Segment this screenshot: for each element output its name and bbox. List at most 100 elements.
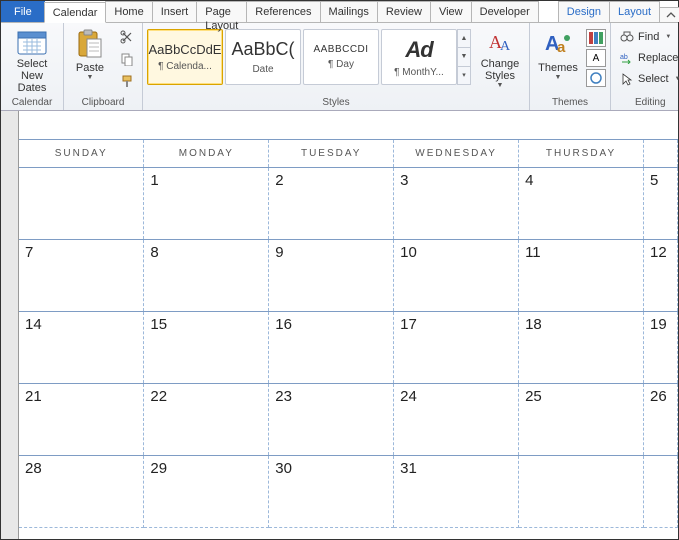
header-wednesday: WEDNESDAY xyxy=(394,140,519,168)
day-cell[interactable]: 22 xyxy=(144,384,269,456)
day-cell[interactable]: 23 xyxy=(269,384,394,456)
copy-button[interactable] xyxy=(116,49,138,69)
tab-home[interactable]: Home xyxy=(105,1,152,22)
day-cell[interactable]: 29 xyxy=(144,456,269,528)
day-cell[interactable]: 21 xyxy=(19,384,144,456)
day-cell[interactable]: 30 xyxy=(269,456,394,528)
theme-colors-button[interactable] xyxy=(586,29,606,47)
tab-calendar[interactable]: Calendar xyxy=(44,2,107,23)
group-label-editing: Editing xyxy=(615,96,679,110)
dropdown-arrow-icon: ▼ xyxy=(675,76,679,82)
day-cell[interactable]: 1 xyxy=(144,168,269,240)
day-cell[interactable]: 16 xyxy=(269,312,394,384)
day-cell[interactable]: 28 xyxy=(19,456,144,528)
group-label-calendar: Calendar xyxy=(5,96,59,110)
svg-text:ab: ab xyxy=(620,54,628,61)
change-styles-button[interactable]: AA Change Styles ▼ xyxy=(475,25,525,91)
style-item-month[interactable]: Ad ¶ MonthY... xyxy=(381,29,457,85)
day-cell[interactable]: 18 xyxy=(519,312,644,384)
day-cell[interactable] xyxy=(519,456,644,528)
scissors-icon xyxy=(120,30,134,44)
day-cell[interactable]: 2 xyxy=(269,168,394,240)
tab-developer[interactable]: Developer xyxy=(471,1,539,22)
gallery-scroll-down[interactable]: ▼ xyxy=(457,48,471,66)
select-button[interactable]: Select ▼ xyxy=(615,69,679,89)
tab-page-layout[interactable]: Page Layout xyxy=(196,1,247,22)
day-cell[interactable]: 4 xyxy=(519,168,644,240)
cut-button[interactable] xyxy=(116,27,138,47)
day-cell[interactable]: 10 xyxy=(394,240,519,312)
day-cell[interactable] xyxy=(19,168,144,240)
format-painter-button[interactable] xyxy=(116,71,138,91)
style-item-day[interactable]: AABBCCDI ¶ Day xyxy=(303,29,379,85)
tab-references[interactable]: References xyxy=(246,1,320,22)
day-cell[interactable]: 25 xyxy=(519,384,644,456)
calendar-table[interactable]: SUNDAY MONDAY TUESDAY WEDNESDAY THURSDAY… xyxy=(19,139,678,528)
group-clipboard: Paste ▼ Clipboard xyxy=(64,23,143,110)
day-cell[interactable]: 7 xyxy=(19,240,144,312)
gallery-expand[interactable]: ▾ xyxy=(457,67,471,85)
select-new-dates-label: Select New Dates xyxy=(8,58,56,94)
themes-icon: Aa xyxy=(542,28,574,60)
calendar-header-row: SUNDAY MONDAY TUESDAY WEDNESDAY THURSDAY xyxy=(19,140,678,168)
tab-file[interactable]: File xyxy=(1,1,45,22)
chevron-up-icon xyxy=(666,10,676,20)
day-cell[interactable]: 12 xyxy=(644,240,678,312)
select-new-dates-button[interactable]: Select New Dates xyxy=(5,25,59,91)
day-cell[interactable]: 9 xyxy=(269,240,394,312)
theme-fonts-button[interactable]: A xyxy=(586,49,606,67)
paste-button[interactable]: Paste ▼ xyxy=(68,25,112,91)
calendar-row: 28 29 30 31 xyxy=(19,456,678,528)
day-cell[interactable]: 3 xyxy=(394,168,519,240)
header-thursday: THURSDAY xyxy=(519,140,644,168)
change-styles-icon: AA xyxy=(484,28,516,56)
day-cell[interactable]: 15 xyxy=(144,312,269,384)
tab-review[interactable]: Review xyxy=(377,1,431,22)
day-cell[interactable] xyxy=(644,456,678,528)
cursor-icon xyxy=(620,72,634,86)
tab-layout[interactable]: Layout xyxy=(609,1,660,22)
header-tuesday: TUESDAY xyxy=(269,140,394,168)
day-cell[interactable]: 31 xyxy=(394,456,519,528)
day-cell[interactable]: 17 xyxy=(394,312,519,384)
day-cell[interactable]: 11 xyxy=(519,240,644,312)
day-cell[interactable]: 26 xyxy=(644,384,678,456)
day-cell[interactable]: 24 xyxy=(394,384,519,456)
svg-text:A: A xyxy=(500,39,511,54)
calendar-row: 21 22 23 24 25 26 xyxy=(19,384,678,456)
colors-icon xyxy=(589,32,603,44)
tab-mailings[interactable]: Mailings xyxy=(320,1,378,22)
group-label-clipboard: Clipboard xyxy=(68,96,138,110)
style-item-calendar[interactable]: AaBbCcDdE ¶ Calenda... xyxy=(147,29,223,85)
group-label-styles: Styles xyxy=(147,96,525,110)
copy-icon xyxy=(120,52,134,66)
calendar-icon xyxy=(16,28,48,56)
style-item-date[interactable]: AaBbC( Date xyxy=(225,29,301,85)
gallery-scroll-up[interactable]: ▲ xyxy=(457,29,471,48)
tab-view[interactable]: View xyxy=(430,1,472,22)
day-cell[interactable]: 19 xyxy=(644,312,678,384)
page[interactable]: SUNDAY MONDAY TUESDAY WEDNESDAY THURSDAY… xyxy=(19,111,678,539)
tab-insert[interactable]: Insert xyxy=(152,1,198,22)
replace-button[interactable]: ab Replace xyxy=(615,48,679,68)
ribbon: Select New Dates Calendar Paste ▼ xyxy=(1,23,678,111)
day-cell[interactable]: 14 xyxy=(19,312,144,384)
group-styles: AaBbCcDdE ¶ Calenda... AaBbC( Date AABBC… xyxy=(143,23,530,110)
styles-gallery: AaBbCcDdE ¶ Calenda... AaBbC( Date AABBC… xyxy=(147,25,471,85)
day-cell[interactable]: 5 xyxy=(644,168,678,240)
tab-design[interactable]: Design xyxy=(558,1,610,22)
collapse-ribbon-button[interactable] xyxy=(659,7,679,22)
header-monday: MONDAY xyxy=(144,140,269,168)
vertical-ruler xyxy=(1,111,19,539)
theme-effects-button[interactable] xyxy=(586,69,606,87)
find-button[interactable]: Find ▼ xyxy=(615,27,679,47)
themes-button[interactable]: Aa Themes ▼ xyxy=(534,25,582,91)
calendar-row: 1 2 3 4 5 xyxy=(19,168,678,240)
tab-row: File Calendar Home Insert Page Layout Re… xyxy=(1,1,678,23)
group-themes: Aa Themes ▼ A Themes xyxy=(530,23,611,110)
paste-label: Paste xyxy=(76,62,104,74)
day-cell[interactable]: 8 xyxy=(144,240,269,312)
clipboard-icon xyxy=(74,28,106,60)
calendar-row: 14 15 16 17 18 19 xyxy=(19,312,678,384)
change-styles-label: Change Styles xyxy=(478,58,522,82)
